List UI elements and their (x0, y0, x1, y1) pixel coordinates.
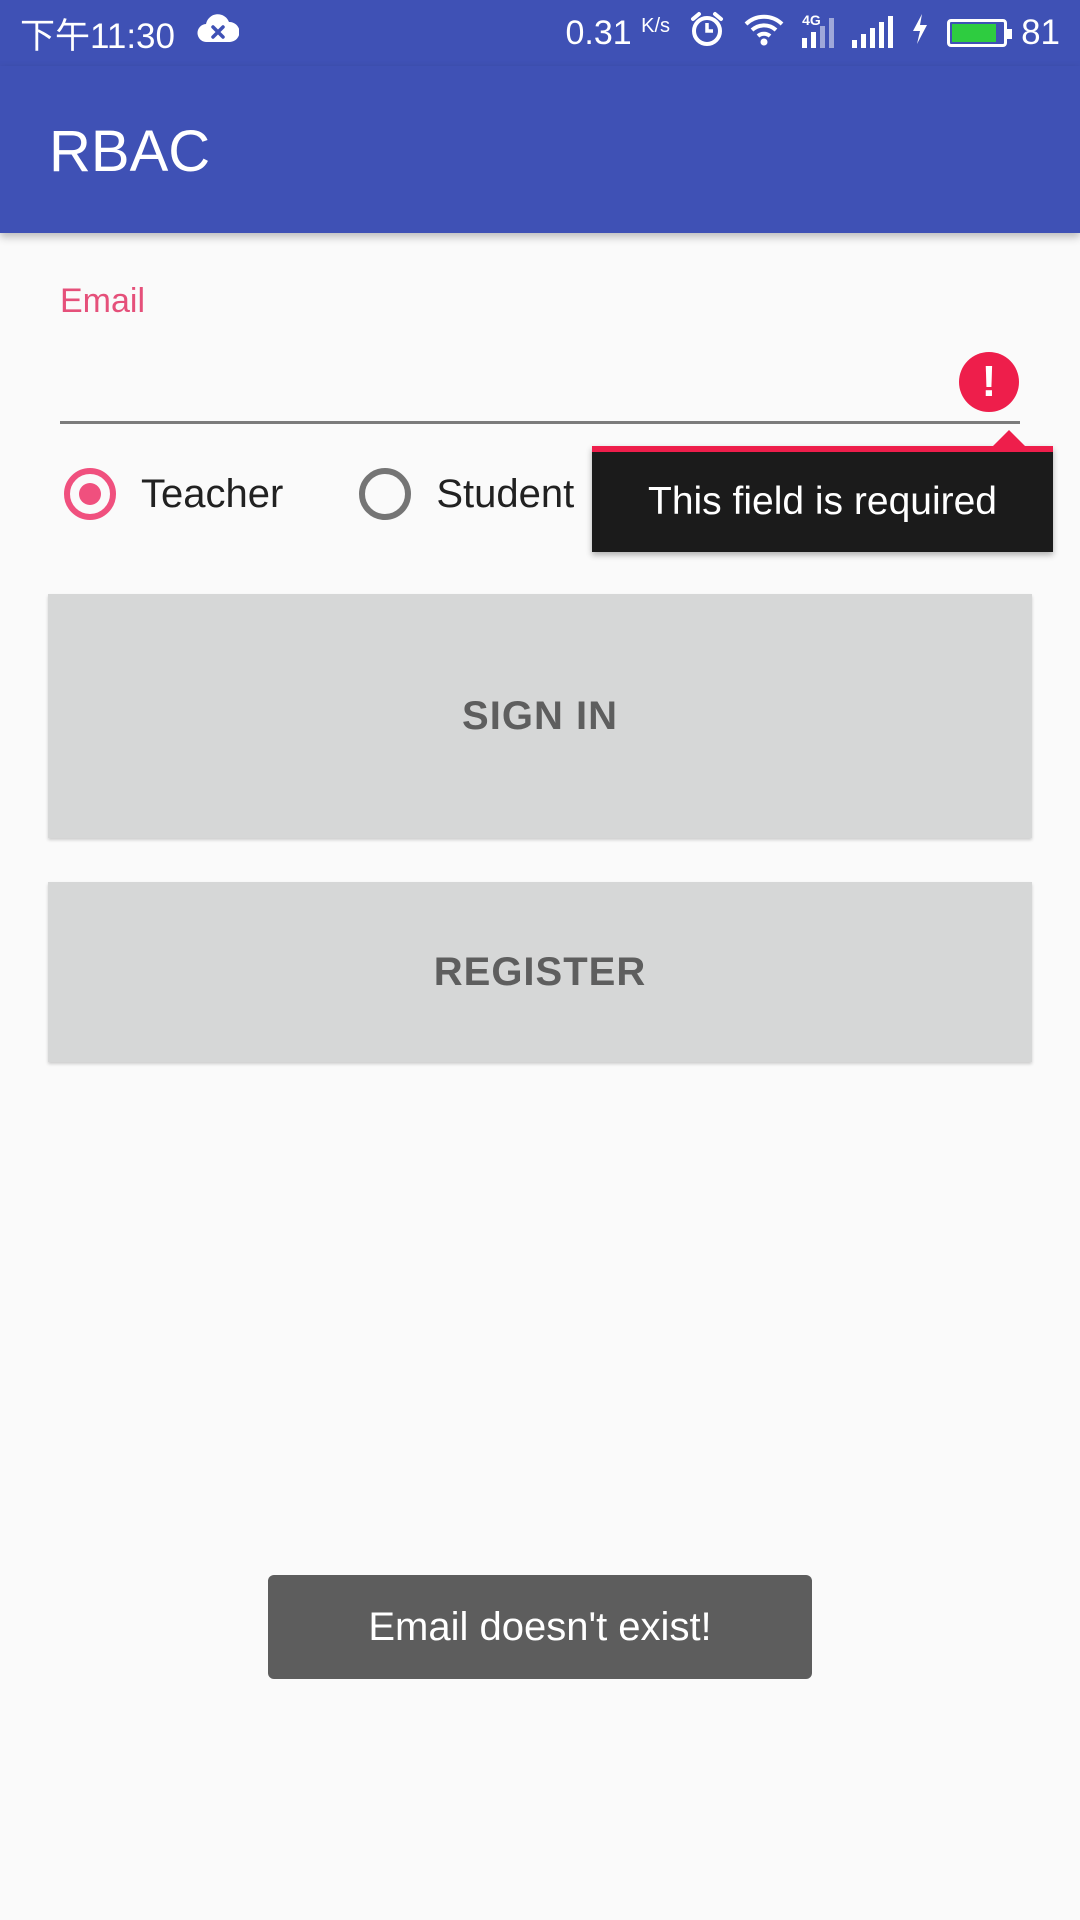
role-radio-group: Teacher Student (64, 468, 574, 520)
charging-icon (911, 13, 929, 54)
register-button[interactable]: REGISTER (48, 882, 1032, 1062)
network-type-label: 4G (802, 12, 821, 28)
wifi-icon (744, 12, 784, 55)
radio-student-label[interactable]: Student (436, 472, 574, 517)
signal-4g-icon: 4G (802, 12, 835, 48)
sign-in-button[interactable]: SIGN IN (48, 594, 1032, 838)
network-speed-value: 0.31 (565, 13, 632, 52)
error-icon: ! (959, 352, 1019, 412)
app-title: RBAC (49, 119, 211, 184)
signal-icon (852, 16, 894, 48)
error-tooltip: This field is required (592, 430, 1053, 552)
status-right: 0.31 K/s 4G 81 (566, 10, 1060, 57)
radio-teacher-label[interactable]: Teacher (141, 472, 283, 517)
status-left: 下午11:30 (20, 8, 240, 59)
network-speed-unit: K/s (641, 14, 671, 37)
status-time: 下午11:30 (20, 16, 175, 56)
app-bar: RBAC (0, 66, 1080, 233)
radio-teacher[interactable]: Teacher (64, 468, 283, 520)
email-input[interactable] (60, 340, 1020, 424)
alarm-icon (688, 10, 726, 57)
toast-message: Email doesn't exist! (268, 1575, 812, 1679)
email-label: Email (60, 282, 146, 320)
status-bar: 下午11:30 0.31 K/s 4G 81 (0, 0, 1080, 66)
battery-level: 81 (1021, 13, 1060, 52)
battery-icon (947, 19, 1013, 47)
network-speed: 0.31 K/s (566, 14, 671, 53)
radio-student-indicator[interactable] (359, 468, 412, 520)
radio-student[interactable]: Student (359, 468, 574, 520)
cloud-x-icon (197, 13, 240, 53)
radio-teacher-indicator[interactable] (64, 468, 116, 520)
battery-status: 81 (947, 13, 1060, 53)
